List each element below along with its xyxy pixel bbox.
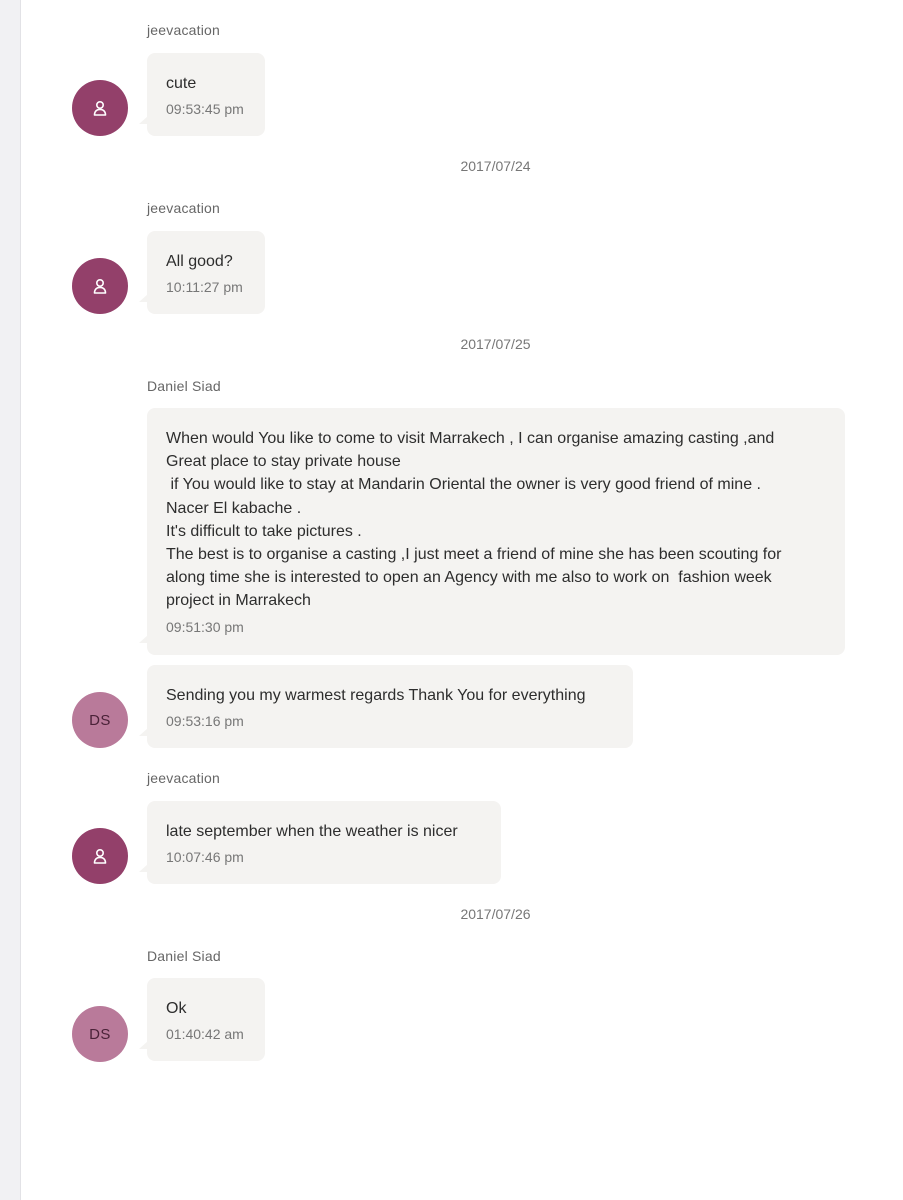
message-bubble: cute 09:53:45 pm bbox=[139, 53, 265, 136]
message-text: When would You like to come to visit Mar… bbox=[166, 430, 782, 610]
message-time: 10:11:27 pm bbox=[166, 279, 243, 296]
avatar[interactable]: DS bbox=[72, 1006, 128, 1062]
message-text: late september when the weather is nicer bbox=[166, 823, 458, 840]
avatar[interactable]: DS bbox=[72, 692, 128, 748]
message-bubble: When would You like to come to visit Mar… bbox=[139, 408, 845, 655]
avatar[interactable] bbox=[72, 828, 128, 884]
avatar[interactable] bbox=[72, 80, 128, 136]
date-separator: 2017/07/25 bbox=[460, 336, 531, 352]
avatar-initials: DS bbox=[89, 1025, 111, 1043]
message-time: 10:07:46 pm bbox=[166, 849, 244, 866]
message-time: 09:51:30 pm bbox=[166, 618, 244, 635]
message-text: cute bbox=[166, 75, 197, 92]
user-icon bbox=[93, 278, 107, 294]
avatar[interactable] bbox=[72, 258, 128, 314]
user-icon bbox=[93, 100, 107, 116]
sender-name: jeevacation bbox=[147, 200, 221, 216]
sender-name: jeevacation bbox=[147, 770, 221, 786]
date-separator: 2017/07/24 bbox=[460, 158, 531, 174]
message-text: All good? bbox=[166, 253, 233, 270]
message-time: 01:40:42 am bbox=[166, 1026, 244, 1043]
avatar-initials: DS bbox=[89, 711, 111, 729]
left-panel-edge bbox=[0, 0, 21, 1200]
message-time: 09:53:16 pm bbox=[166, 713, 244, 730]
message-bubble: Ok 01:40:42 am bbox=[139, 978, 265, 1061]
message-bubble: All good? 10:11:27 pm bbox=[139, 231, 265, 314]
message-bubble: late september when the weather is nicer… bbox=[139, 801, 501, 884]
message-time: 09:53:45 pm bbox=[166, 101, 244, 118]
message-text: Sending you my warmest regards Thank You… bbox=[166, 687, 586, 704]
sender-name: Daniel Siad bbox=[147, 948, 221, 964]
user-icon bbox=[93, 848, 107, 864]
sender-name: jeevacation bbox=[147, 22, 221, 38]
date-separator: 2017/07/26 bbox=[460, 906, 531, 922]
sender-name: Daniel Siad bbox=[147, 378, 221, 394]
message-bubble: Sending you my warmest regards Thank You… bbox=[139, 665, 633, 748]
message-text: Ok bbox=[166, 1000, 187, 1017]
